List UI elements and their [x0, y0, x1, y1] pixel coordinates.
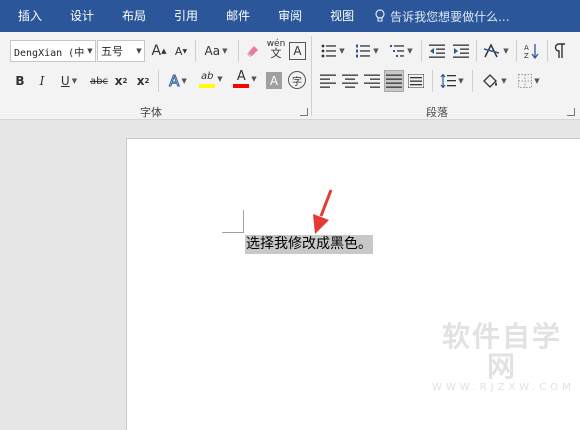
- font-size-value: 五号: [101, 45, 123, 58]
- line-spacing-icon: [440, 74, 457, 88]
- ribbon-tab-bar: 插入 设计 布局 引用 邮件 审阅 视图 告诉我您想要做什么...: [0, 0, 580, 32]
- align-center-icon: [342, 74, 358, 88]
- highlight-swatch: [199, 83, 216, 88]
- underline-button[interactable]: U ▼: [56, 70, 82, 92]
- borders-button[interactable]: ▼: [514, 70, 544, 92]
- italic-button[interactable]: I: [34, 70, 50, 92]
- distributed-button[interactable]: [406, 70, 426, 92]
- font-color-icon: A: [233, 68, 250, 88]
- group-label-font: 字体: [140, 106, 162, 119]
- superscript-button[interactable]: x2: [135, 70, 151, 92]
- tab-view[interactable]: 视图: [316, 0, 368, 32]
- font-color-button[interactable]: A ▼: [230, 68, 260, 90]
- align-left-button[interactable]: [318, 70, 338, 92]
- paint-bucket-icon: [483, 74, 498, 88]
- font-name-combo[interactable]: DengXian (中 ▼: [10, 40, 96, 62]
- text-effects-icon: A: [169, 72, 180, 91]
- increase-indent-button[interactable]: [451, 40, 471, 62]
- font-color-label: A: [236, 68, 246, 84]
- align-right-icon: [364, 74, 380, 88]
- watermark-main: 软件自学网: [441, 320, 562, 383]
- multilevel-list-button[interactable]: ▼: [386, 40, 416, 62]
- tab-layout[interactable]: 布局: [108, 0, 160, 32]
- highlight-color-button[interactable]: ab ▼: [196, 68, 226, 90]
- distributed-icon: [408, 74, 424, 88]
- sort-icon: A Z: [524, 44, 539, 59]
- tab-design[interactable]: 设计: [56, 0, 108, 32]
- character-border-button[interactable]: A: [289, 42, 306, 60]
- chinese-layout-icon: [484, 43, 500, 58]
- superscript-icon: x: [136, 74, 145, 88]
- numbering-button[interactable]: ▼: [352, 40, 382, 62]
- change-case-button[interactable]: Aa ▼: [200, 40, 232, 62]
- multilevel-list-icon: [390, 45, 405, 57]
- text-effects-button[interactable]: A ▼: [164, 70, 192, 92]
- decrease-indent-button[interactable]: [427, 40, 447, 62]
- watermark: 软件自学网 WWW.RJZXW.COM: [432, 322, 572, 394]
- change-case-icon: Aa: [204, 44, 221, 58]
- tell-me-text: 告诉我您想要做什么...: [390, 9, 510, 24]
- clear-formatting-button[interactable]: [244, 40, 262, 62]
- align-left-icon: [320, 74, 336, 88]
- sort-button[interactable]: A Z: [522, 40, 542, 62]
- character-border-icon: A: [293, 44, 302, 58]
- pilcrow-icon: [554, 43, 565, 58]
- justify-icon: [386, 74, 402, 88]
- borders-icon: [518, 74, 533, 88]
- tab-insert[interactable]: 插入: [0, 0, 56, 32]
- character-shading-button[interactable]: A: [266, 72, 282, 89]
- bullet-list-icon: [321, 44, 337, 58]
- line-spacing-button[interactable]: ▼: [437, 70, 467, 92]
- tell-me-box[interactable]: 告诉我您想要做什么...: [374, 8, 510, 25]
- highlighter-icon: ab: [199, 70, 216, 88]
- increase-indent-icon: [453, 44, 469, 58]
- margin-corner-mark: [222, 232, 244, 233]
- subscript-button[interactable]: x2: [113, 70, 129, 92]
- selected-text[interactable]: 选择我修改成黑色。: [245, 235, 373, 254]
- chinese-layout-button[interactable]: ▼: [481, 40, 511, 62]
- justify-button[interactable]: [384, 70, 404, 92]
- lightbulb-icon: [375, 9, 385, 22]
- grow-font-icon: A: [151, 43, 162, 59]
- align-center-button[interactable]: [340, 70, 360, 92]
- paragraph-shading-button[interactable]: ▼: [478, 70, 510, 92]
- tab-review[interactable]: 审阅: [264, 0, 316, 32]
- red-arrow-annotation-icon: [313, 189, 333, 234]
- font-size-combo[interactable]: 五号 ▼: [97, 40, 145, 62]
- bold-button[interactable]: B: [12, 70, 28, 92]
- numbered-list-icon: [356, 44, 371, 58]
- show-marks-button[interactable]: [551, 40, 569, 62]
- tab-references[interactable]: 引用: [160, 0, 212, 32]
- phonetic-icon: 文: [270, 47, 282, 60]
- svg-text:A: A: [524, 44, 529, 52]
- tab-mailings[interactable]: 邮件: [212, 0, 264, 32]
- font-color-swatch: [233, 83, 250, 88]
- paragraph-dialog-launcher-icon[interactable]: [567, 108, 575, 116]
- svg-text:Z: Z: [524, 52, 529, 59]
- shrink-font-icon: A: [174, 44, 183, 58]
- align-right-button[interactable]: [362, 70, 382, 92]
- font-dialog-launcher-icon[interactable]: [300, 108, 308, 116]
- margin-corner-mark: [243, 210, 244, 232]
- font-name-value: DengXian (中: [14, 47, 85, 59]
- strikethrough-button[interactable]: abc: [88, 70, 110, 92]
- highlight-label: ab: [201, 70, 214, 82]
- underline-icon: U: [60, 74, 70, 88]
- group-label-paragraph: 段落: [426, 106, 448, 119]
- subscript-icon: x: [114, 74, 123, 88]
- eraser-icon: [247, 46, 258, 57]
- bullets-button[interactable]: ▼: [318, 40, 348, 62]
- ribbon-home: DengXian (中 ▼ 五号 ▼ A ▲ A ▼ Aa ▼ wén 文 A B I …: [0, 32, 580, 120]
- shrink-font-button[interactable]: A ▼: [172, 40, 190, 62]
- enclose-characters-button[interactable]: 字: [288, 71, 306, 89]
- watermark-sub: WWW.RJZXW.COM: [432, 382, 575, 393]
- phonetic-guide-button[interactable]: wén 文: [266, 38, 286, 60]
- chevron-down-icon[interactable]: ▼: [85, 47, 95, 55]
- decrease-indent-icon: [429, 44, 445, 58]
- chevron-down-icon[interactable]: ▼: [134, 47, 144, 55]
- grow-font-button[interactable]: A ▲: [150, 40, 168, 62]
